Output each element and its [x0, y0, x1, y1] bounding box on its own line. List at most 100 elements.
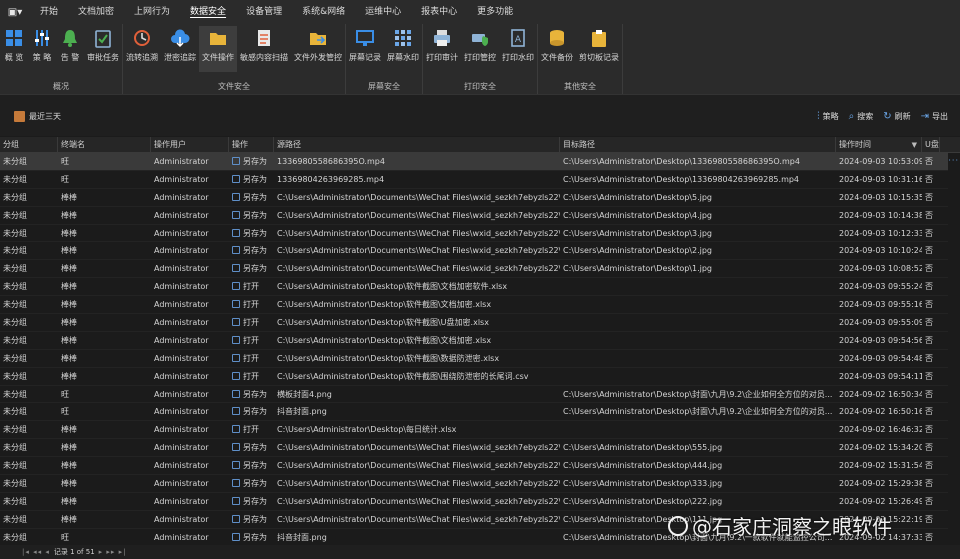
table-row[interactable]: 未分组 棒棒 Administrator 另存为 C:\Users\Administra…	[0, 475, 960, 493]
ribbon-button[interactable]: 告 警	[56, 26, 84, 70]
table-cell: 另存为	[229, 457, 274, 474]
column-header[interactable]: 目标路径	[560, 137, 836, 152]
ribbon-button[interactable]: 屏幕记录	[346, 26, 384, 70]
ribbon-button[interactable]: 流转追溯	[123, 26, 161, 70]
menu-item[interactable]: 数据安全	[180, 0, 236, 24]
table-row[interactable]: 未分组 棒棒 Administrator 打开 C:\Users\Administrat…	[0, 350, 960, 368]
table-row[interactable]: 未分组 棒棒 Administrator 另存为 C:\Users\Administra…	[0, 207, 960, 225]
cell-text: 否	[925, 496, 933, 506]
ribbon-button[interactable]: 打印审计	[423, 26, 461, 70]
table-row[interactable]: 未分组 棒棒 Administrator 另存为 C:\Users\Administra…	[0, 242, 960, 261]
ribbon-button[interactable]: 文件操作	[199, 26, 237, 72]
cell-text: C:\Users\Administrator\Desktop\5.jpg	[563, 192, 713, 202]
ribbon-button[interactable]: 打印管控	[461, 26, 499, 70]
menu-item[interactable]: 上网行为	[124, 0, 180, 24]
menu-item[interactable]: 设备管理	[236, 0, 292, 24]
ribbon-button[interactable]: 策 略	[28, 26, 56, 70]
ribbon-button[interactable]: A 打印水印	[499, 26, 537, 70]
sort-desc-icon[interactable]: ▼	[912, 137, 917, 152]
table-cell: 棒棒	[58, 475, 151, 492]
document-a-icon: A	[507, 26, 529, 50]
date-range-button[interactable]: 最近三天	[14, 111, 61, 122]
table-row[interactable]: 未分组 棒棒 Administrator 打开 C:\Users\Administrat…	[0, 368, 960, 386]
row-more-icon[interactable]: ···	[948, 156, 959, 165]
table-row[interactable]: 未分组 棒棒 Administrator 另存为 C:\Users\Administra…	[0, 457, 960, 476]
menu-item[interactable]: 开始	[30, 0, 68, 24]
cell-text: C:\Users\Administrator\Documents\WeChat …	[277, 479, 560, 489]
table-row[interactable]: 未分组 旺 Administrator 另存为 横板封面4.png C:\Users\Ad…	[0, 386, 960, 404]
table-row[interactable]: 未分组 棒棒 Administrator 另存为 C:\Users\Administra…	[0, 260, 960, 279]
table-row[interactable]: 未分组 旺 Administrator 另存为 1336980558686395O.mp…	[0, 153, 960, 171]
cell-text: 未分组	[3, 192, 27, 202]
ribbon-button[interactable]: 敏感内容扫描	[237, 26, 291, 70]
table-cell: 2024-09-03 09:55:24	[836, 278, 922, 295]
toolbar-button[interactable]: ⌕ 搜索	[849, 111, 874, 122]
table-cell: 棒棒	[58, 350, 151, 367]
ribbon-button[interactable]: 概 览	[0, 26, 28, 70]
vertical-scrollbar[interactable]: ···	[948, 153, 960, 545]
cell-text: 2024-09-03 10:53:09	[839, 157, 922, 166]
table-row[interactable]: 未分组 旺 Administrator 另存为 13369804263969285.mp…	[0, 171, 960, 189]
table-row[interactable]: 未分组 棒棒 Administrator 打开 C:\Users\Administrat…	[0, 314, 960, 332]
ribbon-button[interactable]: 剪切板记录	[576, 26, 622, 70]
column-header[interactable]: U盘	[922, 137, 940, 152]
toolbar-button[interactable]: ⫶ 策略	[817, 111, 839, 122]
toolbar-button[interactable]: ⇥ 导出	[921, 111, 948, 122]
table-cell: 否	[922, 511, 940, 528]
menu-item[interactable]: 更多功能	[467, 0, 523, 24]
table-cell: 否	[922, 529, 940, 545]
ribbon-button[interactable]: 审批任务	[84, 26, 122, 70]
ribbon-button-label: 策 略	[32, 53, 52, 62]
ribbon-button[interactable]: 泄密追踪	[161, 26, 199, 70]
table-cell: 旺	[58, 403, 151, 420]
file-op-icon	[232, 532, 240, 541]
file-op-icon	[232, 318, 240, 327]
table-cell: 另存为	[229, 475, 274, 492]
table-row[interactable]: 未分组 棒棒 Administrator 另存为 C:\Users\Administra…	[0, 439, 960, 458]
table-cell: 否	[922, 457, 940, 474]
ribbon-group: 概 览策 略告 警审批任务 概况	[0, 24, 123, 94]
table-cell: C:\Users\Administrator\Desktop\封面\九月\9.2…	[560, 386, 836, 403]
cell-text: 未分组	[3, 300, 27, 310]
table-row[interactable]: 未分组 棒棒 Administrator 另存为 C:\Users\Administra…	[0, 189, 960, 207]
pager-prev-icon[interactable]: |◂ ◂◂ ◂	[22, 548, 50, 556]
menu-item[interactable]: 报表中心	[411, 0, 467, 24]
cell-text: 另存为	[243, 514, 267, 524]
table-cell: C:\Users\Administrator\Desktop\333.jpg	[560, 475, 836, 492]
column-header[interactable]: 操作	[229, 137, 274, 152]
table-row[interactable]: 未分组 棒棒 Administrator 打开 C:\Users\Administrat…	[0, 278, 960, 297]
table-row[interactable]: 未分组 棒棒 Administrator 打开 C:\Users\Administrat…	[0, 296, 960, 315]
cell-text: 2024-09-02 15:29:38	[839, 479, 922, 489]
date-range-label: 最近三天	[29, 112, 61, 121]
table-row[interactable]: 未分组 旺 Administrator 另存为 抖音封面.png C:\Users\Adm…	[0, 403, 960, 422]
menu-item[interactable]: 系统&网络	[292, 0, 355, 24]
folder-icon	[207, 26, 229, 50]
column-header[interactable]: 源路径	[274, 137, 560, 152]
pager-next-icon[interactable]: ▸ ▸▸ ▸|	[99, 548, 127, 556]
ribbon-button[interactable]: 屏幕水印	[384, 26, 422, 70]
table-cell: C:\Users\Administrator\Documents\WeChat …	[274, 189, 560, 206]
table-cell: 2024-09-03 09:54:11	[836, 368, 922, 385]
ribbon-button[interactable]: 文件备份	[538, 26, 576, 70]
table-row[interactable]: 未分组 棒棒 Administrator 另存为 C:\Users\Administra…	[0, 493, 960, 511]
table-cell: 2024-09-03 09:55:09	[836, 314, 922, 331]
table-row[interactable]: 未分组 棒棒 Administrator 打开 C:\Users\Administrat…	[0, 332, 960, 350]
menu-item[interactable]: 文档加密	[68, 0, 124, 24]
menu-item[interactable]: 运维中心	[355, 0, 411, 24]
cell-text: C:\Users\Administrator\Desktop\444.jpg	[563, 461, 723, 471]
table-row[interactable]: 未分组 棒棒 Administrator 打开 C:\Users\Administrat…	[0, 421, 960, 440]
table-cell: Administrator	[151, 189, 229, 206]
column-header[interactable]: 分组	[0, 137, 58, 152]
column-header[interactable]: 操作用户	[151, 137, 229, 152]
table-cell: 否	[922, 171, 940, 188]
column-header[interactable]: 终端名	[58, 137, 151, 152]
column-header[interactable]: 操作时间 ▼	[836, 137, 922, 152]
cell-text: 棒棒	[61, 264, 77, 274]
table-row[interactable]: 未分组 棒棒 Administrator 另存为 C:\Users\Administra…	[0, 225, 960, 243]
toolbar-button[interactable]: ↻ 刷新	[883, 111, 910, 122]
table-cell: 另存为	[229, 511, 274, 528]
table-cell: Administrator	[151, 475, 229, 492]
ribbon-button[interactable]: 文件外发管控	[291, 26, 345, 70]
cell-text: Administrator	[154, 461, 209, 471]
app-menu-icon[interactable]: ▣▾	[0, 7, 30, 18]
